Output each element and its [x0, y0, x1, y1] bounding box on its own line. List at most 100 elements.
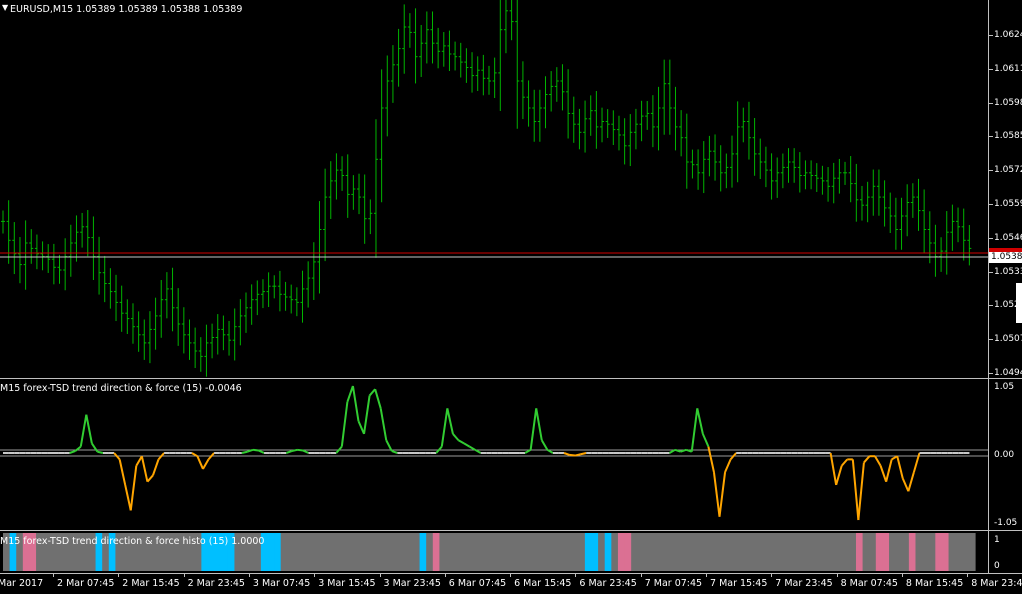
osc-line-segment [129, 465, 138, 511]
price-bar [475, 56, 480, 91]
price-bar [769, 153, 774, 200]
price-bar [458, 42, 463, 78]
histo-bar [955, 533, 963, 571]
price-bar [780, 153, 785, 189]
price-bar [204, 324, 209, 377]
pane-separator[interactable] [0, 530, 1022, 531]
price-bar [255, 280, 260, 316]
price-axis-tick [989, 102, 993, 104]
price-bar [588, 95, 593, 136]
price-bar [227, 320, 232, 356]
histo-bar [518, 533, 526, 571]
price-bar [130, 303, 135, 344]
price-bar [639, 100, 644, 142]
price-bar [532, 89, 537, 142]
time-axis-label: 3 Mar 15:45 [318, 578, 376, 589]
osc-line-segment [385, 439, 393, 452]
price-bar [752, 118, 757, 176]
price-axis-tick [989, 271, 993, 273]
histo-bar [849, 533, 857, 571]
price-bar [102, 255, 107, 303]
price-bar [345, 154, 350, 218]
price-bar [667, 59, 672, 135]
price-bar [814, 163, 819, 192]
osc-line-segment [885, 459, 893, 482]
oscillator-pane[interactable]: M15 forex-TSD trend direction & force (1… [0, 381, 989, 530]
osc-scale-label: -1.05 [994, 518, 1018, 528]
price-bar [91, 216, 96, 280]
chart-menu-icon[interactable]: ▼ [2, 3, 8, 12]
price-bar [40, 241, 45, 271]
histo-bar [862, 533, 870, 571]
price-bar [97, 236, 102, 295]
price-axis-tick [989, 170, 993, 172]
osc-line-segment [202, 458, 210, 470]
price-bar [526, 80, 531, 127]
price-axis-label: 1.0507 [994, 334, 1022, 345]
price-bar [153, 297, 158, 350]
histo-bar [928, 533, 936, 571]
histo-bar [809, 533, 817, 571]
scroll-marker[interactable] [1016, 283, 1022, 323]
price-bar [571, 96, 576, 143]
osc-line-segment [724, 458, 732, 473]
time-axis-tick [53, 573, 54, 577]
price-bar [701, 141, 706, 194]
price-bar [843, 161, 848, 185]
histo-bar [293, 533, 302, 571]
time-axis-label: 8 Mar 23:45 [971, 578, 1022, 589]
histo-bar [902, 533, 910, 571]
histo-bar [313, 533, 321, 571]
osc-line-segment [840, 458, 849, 467]
time-axis-label: 7 Mar 07:45 [644, 578, 703, 589]
osc-line-segment [302, 449, 309, 454]
price-bar [402, 4, 407, 74]
histo-bar [895, 533, 903, 571]
price-axis-tick [989, 35, 993, 36]
price-chart-svg [0, 0, 989, 377]
price-bar [713, 134, 718, 181]
histo-bar [948, 533, 956, 571]
price-bar [368, 199, 373, 235]
histo-bar [551, 533, 560, 571]
price-bar [487, 65, 491, 95]
price-bar [249, 284, 254, 325]
histo-bar [796, 533, 804, 571]
time-axis-tick [248, 573, 250, 577]
price-axis-border [988, 0, 989, 573]
price-bar [283, 281, 288, 311]
price-chart-pane[interactable]: ▼ EURUSD,M15 1.05389 1.05389 1.05388 1.0… [0, 0, 989, 378]
histo-bar [426, 533, 434, 571]
price-bar [605, 109, 610, 138]
histo-bar [803, 533, 811, 571]
histo-bar [565, 533, 573, 571]
oscillator-svg [0, 385, 989, 521]
price-bar [583, 100, 588, 153]
price-bar [125, 299, 130, 334]
osc-line-segment [340, 401, 349, 447]
price-bar [266, 272, 271, 307]
price-bar [29, 229, 34, 264]
price-axis-tick [989, 204, 993, 205]
histo-scale-label: 0 [994, 561, 1000, 571]
histo-bar [664, 533, 672, 571]
price-bar [340, 156, 345, 191]
histo-bar [393, 533, 401, 571]
price-bar [560, 64, 565, 111]
histogram-pane[interactable]: M15 forex-TSD trend direction & force hi… [0, 533, 989, 573]
histo-bar [459, 533, 467, 571]
price-bar [57, 254, 62, 284]
price-bar [334, 153, 339, 200]
price-bar [6, 200, 11, 264]
histo-bar [908, 533, 917, 571]
histo-bar [386, 533, 394, 571]
histo-bar [750, 533, 758, 571]
histo-bar [287, 533, 295, 571]
histo-bar [492, 533, 500, 571]
price-bar [244, 292, 248, 333]
histo-bar [670, 533, 679, 571]
histo-bar [307, 533, 315, 571]
osc-line-segment [529, 408, 538, 450]
pane-separator[interactable] [0, 378, 1022, 379]
osc-line-segment [879, 465, 888, 483]
